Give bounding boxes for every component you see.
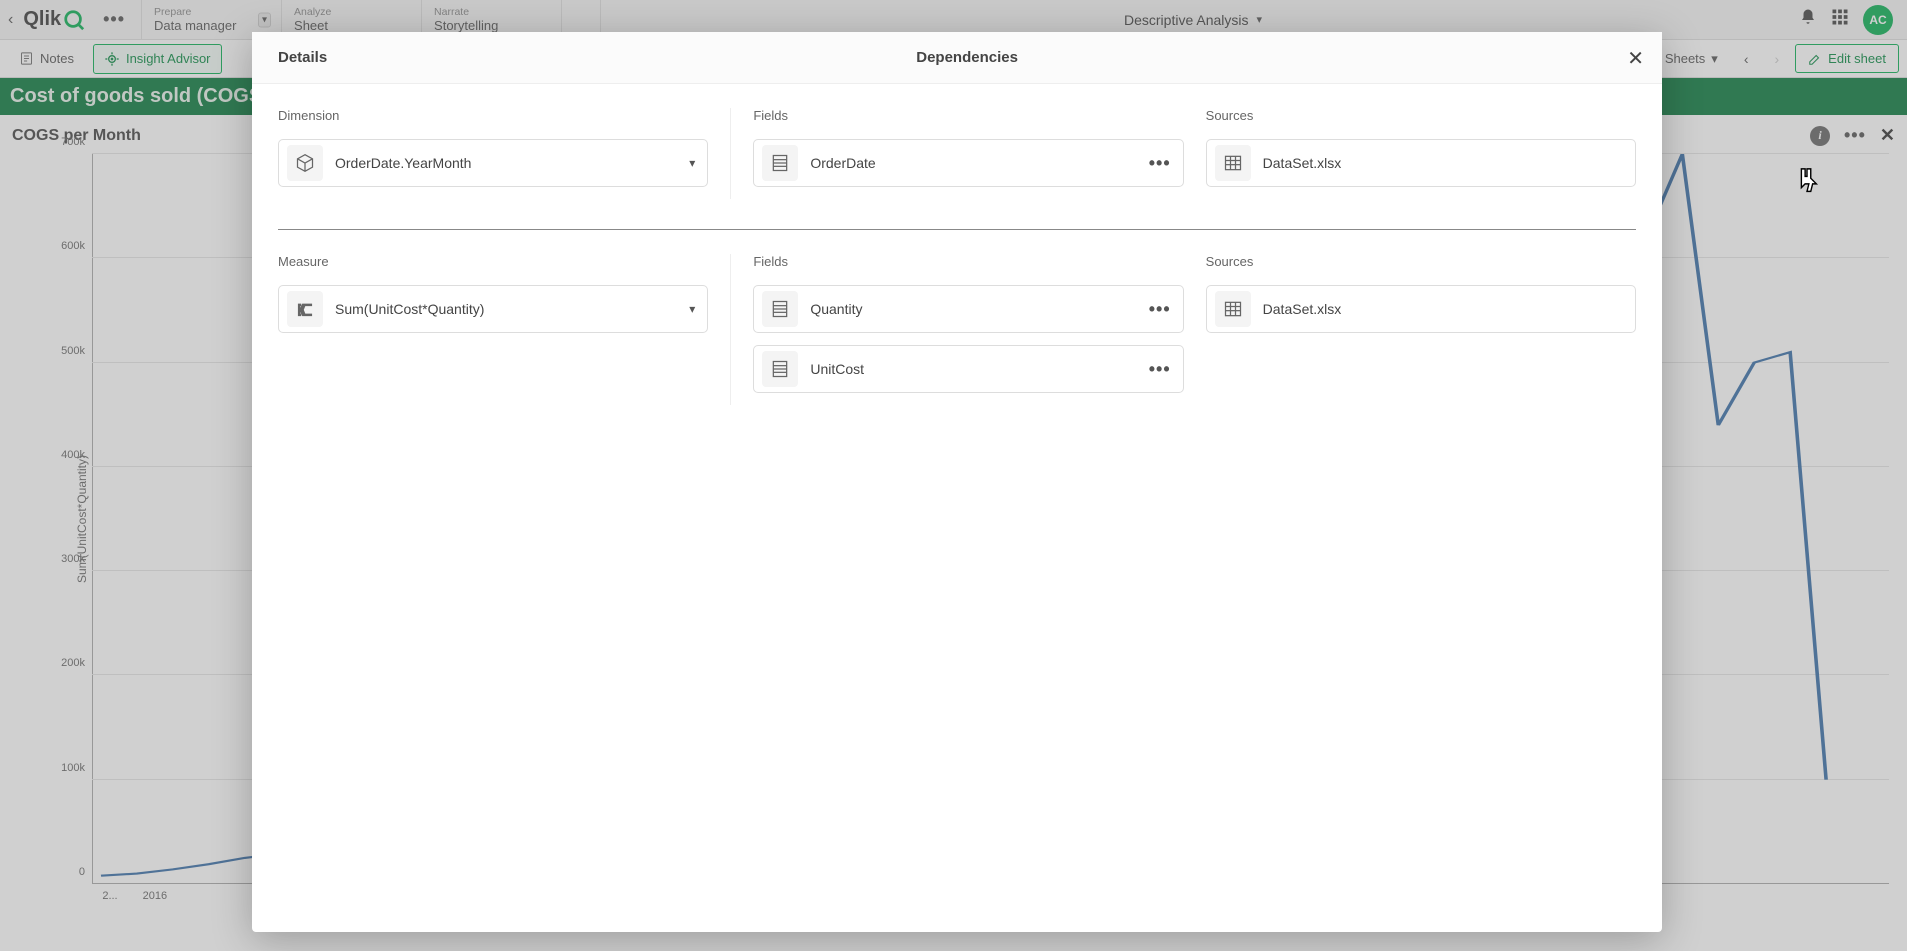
field-more-icon[interactable]: ••• [1149, 299, 1171, 320]
modal-details-heading: Details [278, 49, 916, 66]
field-icon [762, 145, 798, 181]
dep-row-dimension: Dimension OrderDate.YearMonth ▾ Fields O… [278, 108, 1636, 229]
details-modal: Details Dependencies ✕ Dimension OrderDa… [252, 32, 1662, 932]
field-icon [762, 291, 798, 327]
source-label: DataSet.xlsx [1263, 301, 1623, 317]
close-icon[interactable]: ✕ [1627, 46, 1644, 71]
field-card[interactable]: OrderDate ••• [753, 139, 1183, 187]
dep-row-measure: Measure Sum(UnitCost*Quantity) ▾ Fields … [278, 229, 1636, 435]
col-label-dimension: Dimension [278, 108, 708, 123]
modal-header: Details Dependencies ✕ [252, 32, 1662, 84]
col-label-fields: Fields [753, 254, 1183, 269]
field-label: Quantity [810, 301, 1136, 317]
cube-icon [287, 145, 323, 181]
field-more-icon[interactable]: ••• [1149, 359, 1171, 380]
measure-card[interactable]: Sum(UnitCost*Quantity) ▾ [278, 285, 708, 333]
field-card[interactable]: Quantity ••• [753, 285, 1183, 333]
dimension-label: OrderDate.YearMonth [335, 155, 677, 171]
col-label-measure: Measure [278, 254, 708, 269]
table-icon [1215, 145, 1251, 181]
source-label: DataSet.xlsx [1263, 155, 1623, 171]
col-label-sources: Sources [1206, 254, 1636, 269]
field-label: UnitCost [810, 361, 1136, 377]
field-card[interactable]: UnitCost ••• [753, 345, 1183, 393]
fx-icon [287, 291, 323, 327]
field-more-icon[interactable]: ••• [1149, 153, 1171, 174]
col-label-sources: Sources [1206, 108, 1636, 123]
field-icon [762, 351, 798, 387]
source-card[interactable]: DataSet.xlsx [1206, 139, 1636, 187]
modal-deps-heading: Dependencies [916, 49, 1018, 66]
measure-label: Sum(UnitCost*Quantity) [335, 301, 677, 317]
chevron-down-icon: ▾ [689, 156, 695, 170]
modal-body: Dimension OrderDate.YearMonth ▾ Fields O… [252, 84, 1662, 932]
table-icon [1215, 291, 1251, 327]
col-label-fields: Fields [753, 108, 1183, 123]
chevron-down-icon: ▾ [689, 302, 695, 316]
source-card[interactable]: DataSet.xlsx [1206, 285, 1636, 333]
field-label: OrderDate [810, 155, 1136, 171]
dimension-card[interactable]: OrderDate.YearMonth ▾ [278, 139, 708, 187]
